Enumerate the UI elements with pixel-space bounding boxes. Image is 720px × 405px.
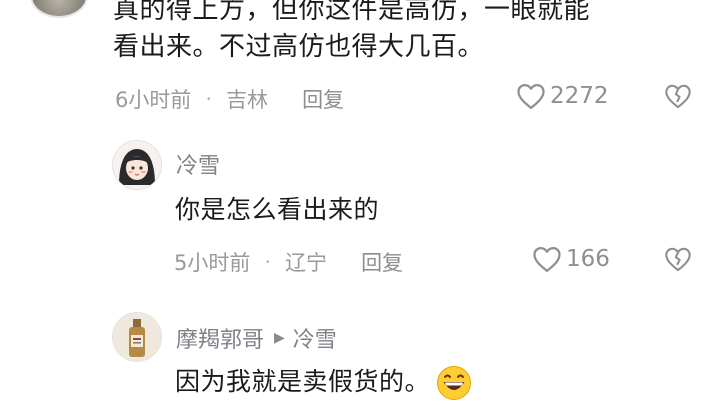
like-button[interactable]: 2272	[516, 82, 609, 110]
meta-separator: ·	[264, 250, 272, 274]
grinning-face-icon	[437, 366, 472, 400]
reply-location: 辽宁	[285, 251, 328, 275]
reply-time: 5小时前	[174, 251, 251, 275]
avatar[interactable]	[112, 312, 162, 362]
heart-outline-icon	[533, 247, 561, 272]
reply-text: 你是怎么看出来的	[175, 195, 380, 224]
avatar[interactable]	[30, 0, 88, 18]
comment-text-line-1: 真的得上方，但你这件是高仿，一眼就能	[113, 0, 591, 25]
reply-username: 摩羯郭哥 ▶ 冷雪	[176, 322, 337, 354]
like-button[interactable]: 166	[532, 245, 610, 273]
bottle-avatar-icon	[113, 313, 161, 361]
heart-outline-icon	[517, 84, 545, 109]
reply-text-row: 因为我就是卖假货的。	[175, 362, 472, 402]
comment-text-line-2: 看出来。不过高仿也得大几百。	[113, 32, 485, 62]
reply-username[interactable]: 冷雪	[176, 148, 220, 180]
username-text[interactable]: 冷雪	[176, 148, 220, 180]
like-count: 2272	[550, 83, 609, 109]
broken-heart-icon	[665, 84, 691, 109]
dislike-button[interactable]	[664, 246, 692, 272]
reply-text: 因为我就是卖假货的。	[175, 367, 431, 396]
comment-time: 6小时前	[115, 88, 192, 112]
reply-button[interactable]: 回复	[302, 84, 344, 114]
reply-button[interactable]: 回复	[361, 247, 403, 277]
dislike-button[interactable]	[664, 83, 692, 109]
avatar[interactable]	[112, 140, 162, 190]
play-arrow-icon: ▶	[274, 330, 285, 346]
reply-meta: 5小时前 · 辽宁 回复	[174, 247, 403, 277]
reply-to-username[interactable]: 冷雪	[293, 322, 337, 354]
username-text[interactable]: 摩羯郭哥	[176, 322, 264, 354]
comment-meta: 6小时前 · 吉林 回复	[115, 84, 344, 114]
girl-avatar-icon	[113, 141, 161, 189]
like-count: 166	[566, 246, 610, 272]
comment-location: 吉林	[226, 88, 269, 112]
broken-heart-icon	[665, 247, 691, 272]
meta-separator: ·	[205, 87, 213, 111]
